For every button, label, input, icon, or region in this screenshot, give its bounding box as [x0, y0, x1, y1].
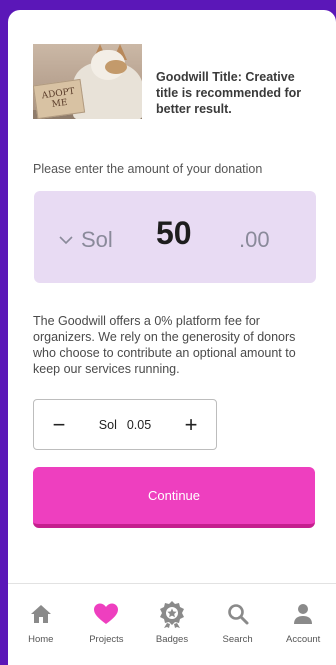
- tab-home[interactable]: Home: [8, 584, 74, 665]
- account-icon: [294, 604, 313, 624]
- decrease-button[interactable]: −: [34, 412, 84, 438]
- currency-selector[interactable]: Sol: [59, 227, 113, 253]
- continue-button[interactable]: Continue: [33, 467, 315, 528]
- amount-value[interactable]: 50: [156, 215, 192, 252]
- tip-amount: Sol 0.05: [84, 418, 166, 432]
- campaign-header: ADOPT ME Goodwill Title: Creative title …: [33, 44, 323, 134]
- adopt-me-sign: ADOPT ME: [33, 78, 86, 119]
- bottom-tab-bar: Home Projects Badges Search Account: [8, 583, 336, 665]
- search-icon: [227, 604, 249, 625]
- tab-account[interactable]: Account: [270, 584, 336, 665]
- tab-search[interactable]: Search: [205, 584, 271, 665]
- tab-label: Account: [286, 634, 321, 645]
- amount-input-box[interactable]: Sol 50 .00: [34, 191, 316, 283]
- tip-currency: Sol: [98, 417, 117, 432]
- donation-prompt: Please enter the amount of your donation: [33, 162, 263, 176]
- tab-projects[interactable]: Projects: [74, 584, 140, 665]
- tab-label: Home: [28, 634, 54, 645]
- tab-badges[interactable]: Badges: [139, 584, 205, 665]
- heart-icon: [94, 603, 119, 624]
- currency-label: Sol: [81, 227, 113, 252]
- platform-fee-description: The Goodwill offers a 0% platform fee fo…: [33, 314, 296, 376]
- tip-stepper: − Sol 0.05 +: [33, 399, 217, 450]
- home-icon: [30, 605, 51, 623]
- amount-cents: .00: [239, 227, 270, 252]
- donation-sheet: ADOPT ME Goodwill Title: Creative title …: [8, 10, 336, 665]
- tab-label: Projects: [89, 634, 124, 645]
- tab-label: Search: [222, 634, 253, 645]
- tab-label: Badges: [155, 634, 189, 645]
- tip-value: 0.05: [126, 417, 152, 432]
- increase-button[interactable]: +: [166, 412, 216, 438]
- campaign-image: ADOPT ME: [33, 44, 142, 119]
- chevron-down-icon: [59, 236, 73, 245]
- badge-icon: [159, 601, 184, 628]
- campaign-title: Goodwill Title: Creative title is recomm…: [156, 70, 302, 116]
